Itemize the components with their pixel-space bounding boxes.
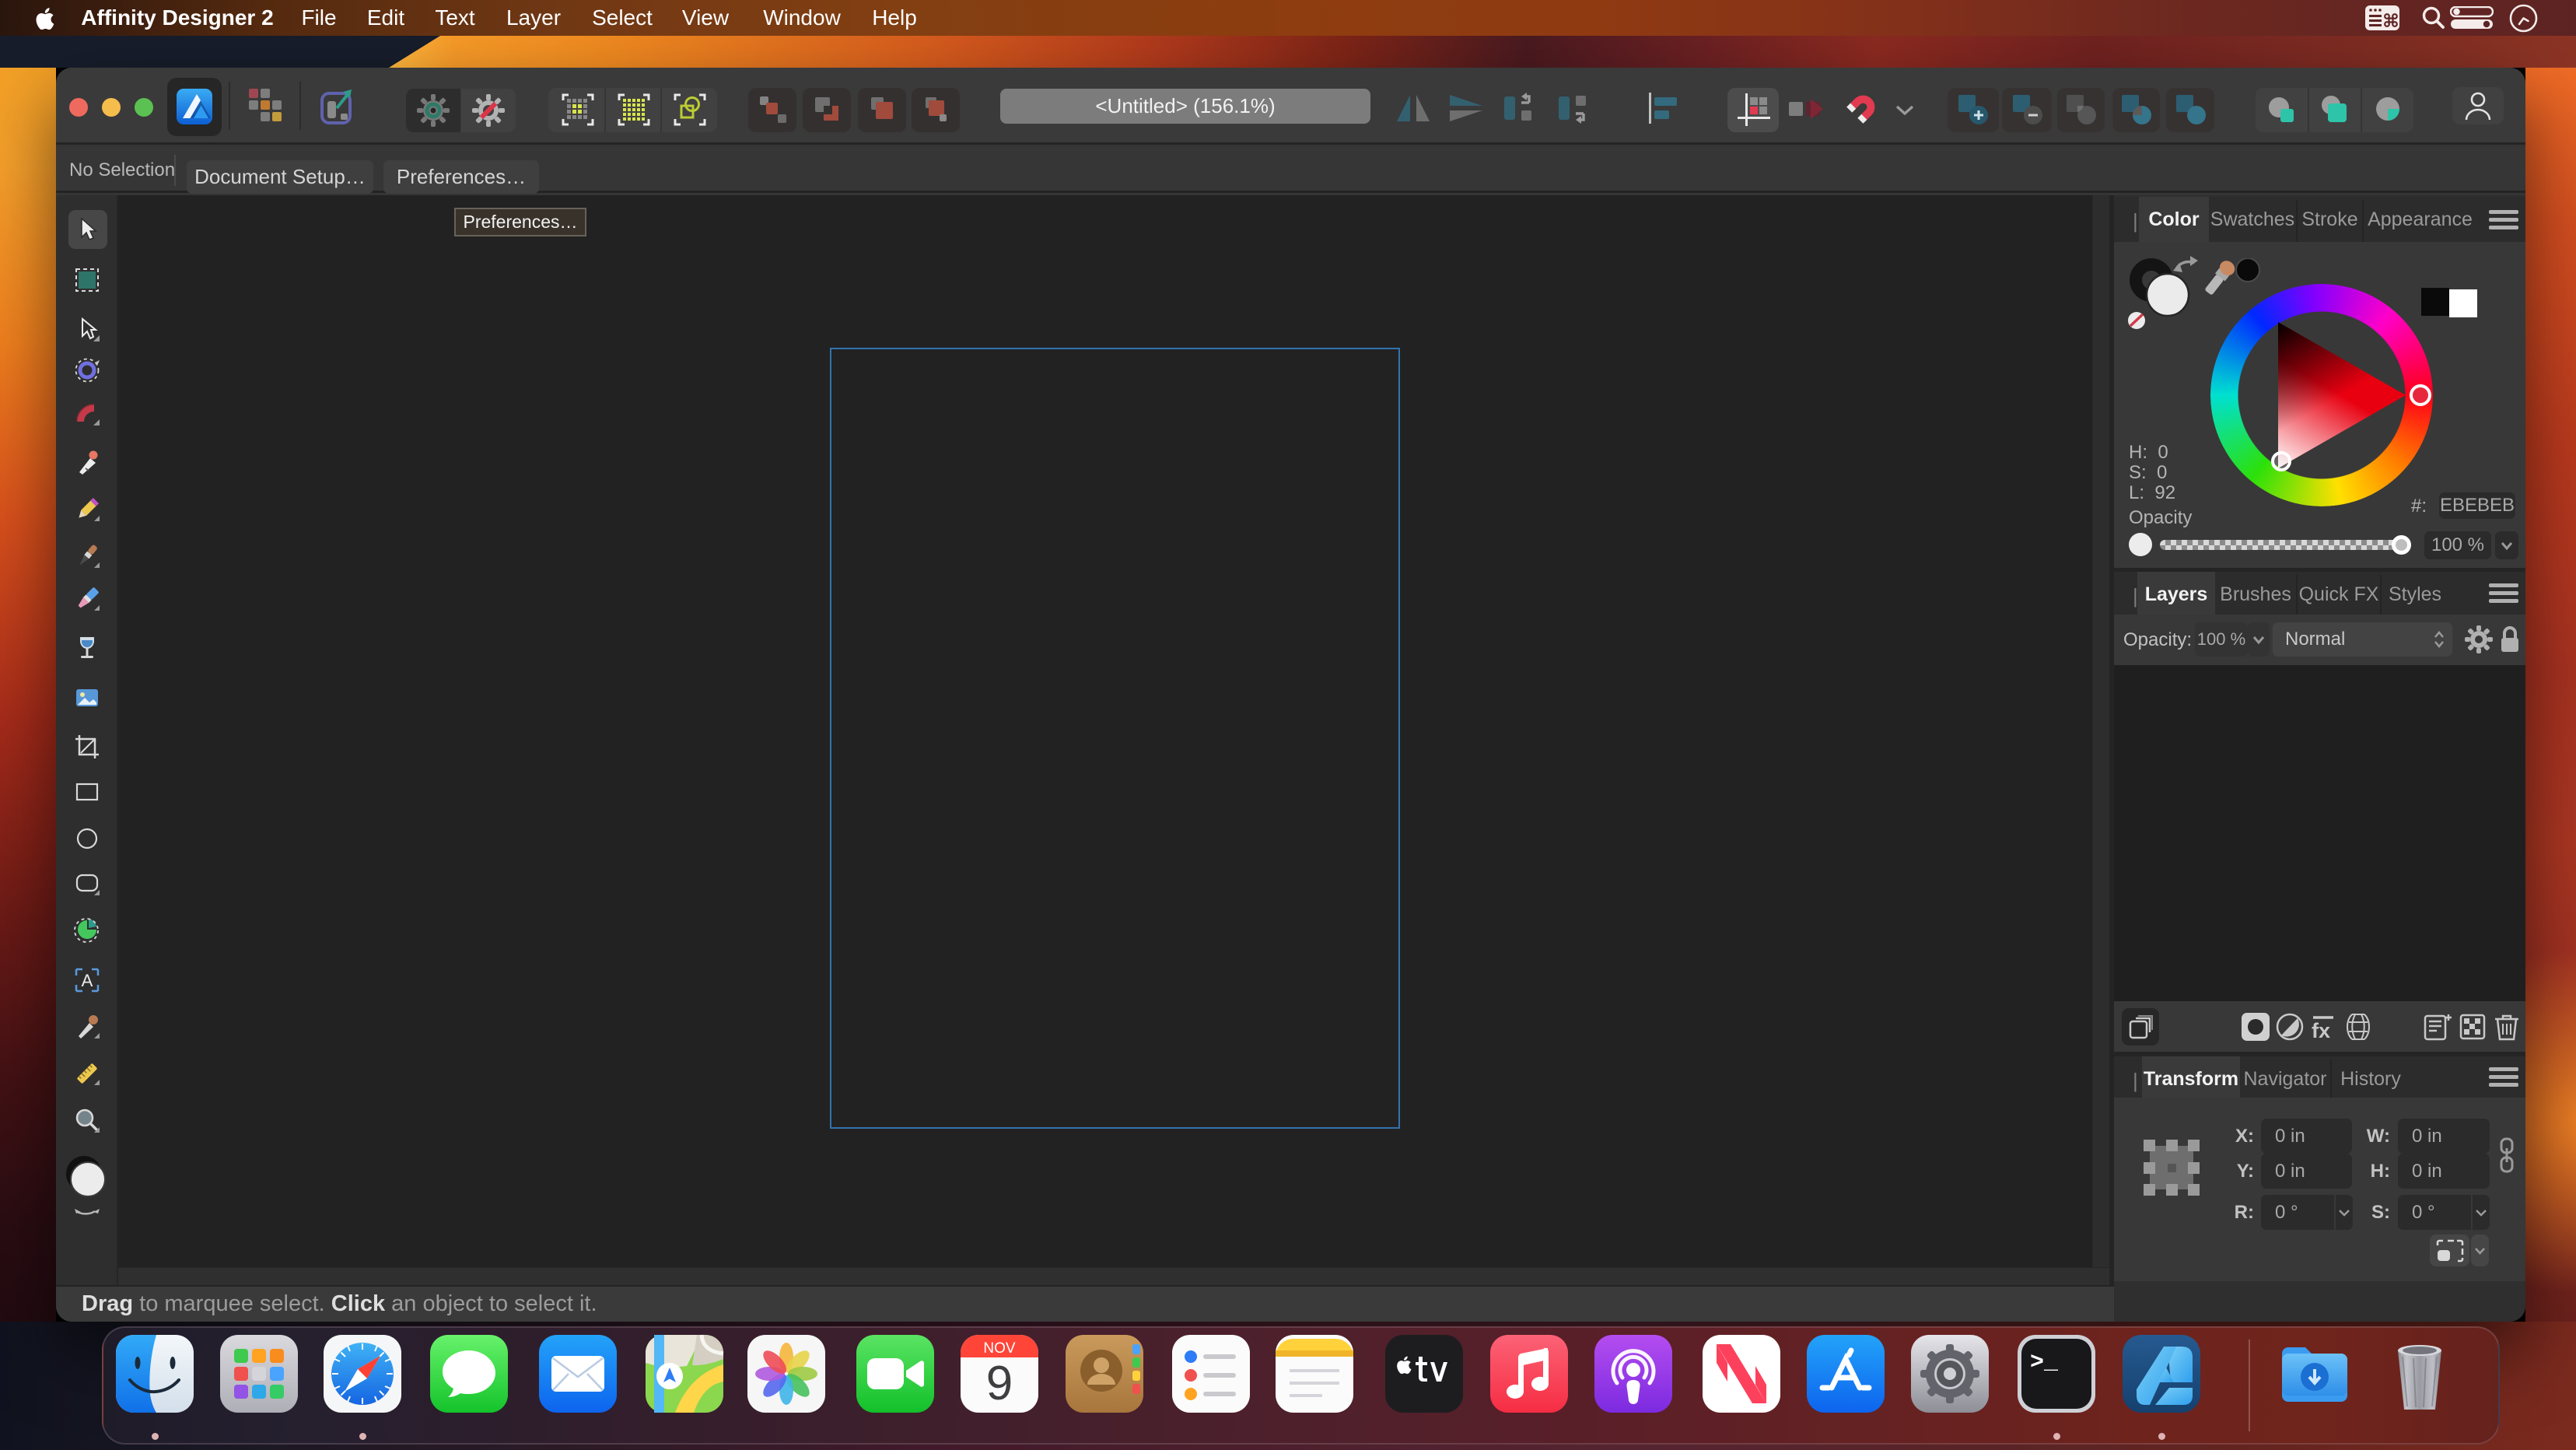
svg-text:9: 9 [986, 1357, 1013, 1410]
svg-text:fx: fx [2312, 1019, 2330, 1042]
svg-text:>_: >_ [2030, 1350, 2059, 1376]
svg-text:NOV: NOV [983, 1340, 1016, 1357]
svg-text:A: A [82, 971, 93, 990]
